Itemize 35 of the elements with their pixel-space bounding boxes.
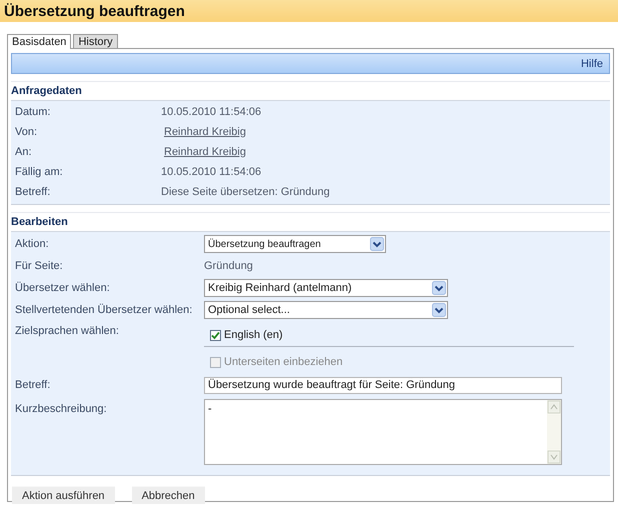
checkbox[interactable] (210, 330, 221, 340)
description-field[interactable]: - (204, 399, 562, 465)
dropdown[interactable]: Übersetzung beauftragen (204, 235, 386, 253)
name-link[interactable]: Reinhard Kreibig (161, 126, 246, 138)
section-heading: Bearbeiten (11, 216, 68, 228)
field-value: 10.05.2010 11:54:06 (161, 106, 262, 118)
field-value: 10.05.2010 11:54:06 (161, 166, 262, 178)
checkbox-label: Unterseiten einbeziehen (224, 356, 343, 368)
field-label: Von: (14, 126, 38, 138)
field-label: Betreff: (14, 379, 52, 391)
dropdown[interactable]: Optional select... (204, 301, 448, 319)
section-heading: Anfragedaten (11, 85, 82, 97)
field-label: Kurzbeschreibung: (14, 402, 108, 415)
help-link[interactable]: Hilfe (580, 58, 603, 70)
action-button[interactable]: Abbrechen (132, 486, 205, 504)
scrollbar[interactable] (547, 400, 561, 464)
field-label: Aktion: (14, 238, 50, 250)
subject-field[interactable]: Übersetzung wurde beauftragt für Seite: Gründung (204, 376, 562, 394)
field-label: Zielsprachen wählen: (14, 324, 120, 337)
field-value: Diese Seite übersetzen: Gründung (161, 186, 330, 198)
field-label: Übersetzer wählen: (14, 282, 111, 294)
checkbox-label: English (en) (224, 329, 283, 341)
field-label: Fällig am: (14, 166, 64, 178)
field-value: Gründung (204, 260, 254, 272)
field-label: Stellvertetenden Übersetzer wählen: (14, 304, 194, 316)
field-label: Betreff: (14, 186, 52, 198)
field-label: Für Seite: (14, 260, 64, 272)
field-label: Datum: (14, 106, 52, 118)
dropdown[interactable]: Kreibig Reinhard (antelmann) (204, 279, 448, 297)
action-button[interactable]: Aktion ausführen (12, 486, 115, 504)
name-link[interactable]: Reinhard Kreibig (161, 146, 246, 158)
tab[interactable]: History (73, 34, 118, 48)
field-label: An: (14, 146, 33, 158)
page-title: Übersetzung beauftragen (4, 2, 185, 20)
tab[interactable]: Basisdaten (7, 34, 72, 49)
